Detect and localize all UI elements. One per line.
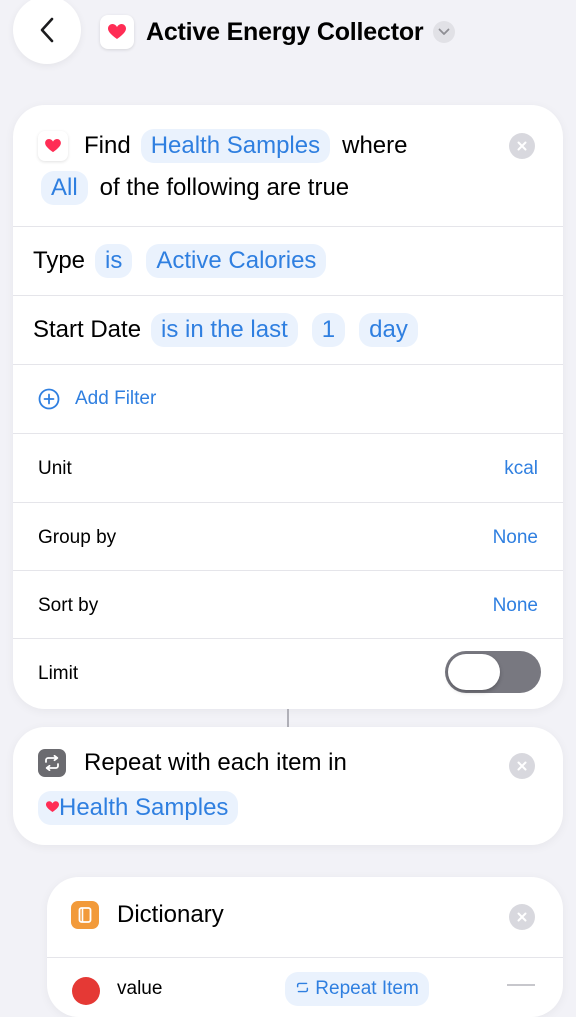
filter-unit-token[interactable]: day (359, 313, 418, 347)
heart-icon (46, 801, 59, 813)
find-label: Find (84, 132, 131, 159)
toggle-knob (448, 654, 500, 690)
health-app-icon (100, 15, 134, 49)
close-icon (517, 912, 527, 922)
condition-line: All of the following are true (41, 171, 349, 205)
filter-row-start-date: Start Date is in the last 1 day (13, 295, 563, 364)
plus-circle-icon (38, 388, 60, 410)
close-icon (517, 761, 527, 771)
close-icon (517, 141, 527, 151)
filter-operator-token[interactable]: is (95, 244, 133, 278)
limit-label: Limit (38, 663, 79, 684)
entity-token[interactable]: Health Samples (140, 129, 331, 163)
dictionary-header-line: Dictionary (71, 901, 224, 929)
dictionary-action: Dictionary value Repeat Item (47, 877, 563, 1017)
all-token[interactable]: All (41, 171, 88, 205)
token-label: Health Samples (59, 794, 229, 821)
remove-action-button[interactable] (509, 904, 535, 930)
sort-by-label: Sort by (38, 595, 99, 616)
limit-row: Limit (13, 638, 563, 709)
repeat-item-token[interactable]: Repeat Item (285, 972, 429, 1006)
sort-by-value[interactable]: None (493, 595, 538, 617)
repeat-token-line: Health Samples (38, 791, 239, 825)
action-connector-line (287, 709, 289, 727)
filter-operator-token[interactable]: is in the last (151, 313, 298, 347)
condition-text: of the following are true (99, 174, 350, 201)
dictionary-icon (71, 901, 99, 929)
unit-value[interactable]: kcal (504, 458, 538, 480)
where-label: where (342, 132, 408, 159)
remove-action-button[interactable] (509, 753, 535, 779)
filter-amount-token[interactable]: 1 (311, 313, 346, 347)
filter-field[interactable]: Start Date (33, 316, 141, 344)
add-filter-button[interactable]: Add Filter (13, 364, 563, 433)
group-by-label: Group by (38, 527, 117, 548)
shortcut-title: Active Energy Collector (146, 17, 424, 46)
token-label: Repeat Item (315, 978, 419, 999)
sort-by-row[interactable]: Sort by None (13, 570, 563, 639)
back-button[interactable] (13, 0, 81, 64)
heart-icon (108, 24, 126, 39)
dictionary-row: value Repeat Item (47, 957, 563, 1017)
health-samples-variable-token[interactable]: Health Samples (38, 791, 239, 825)
filter-value-token[interactable]: Active Calories (146, 244, 327, 278)
repeat-label: Repeat with each item in (84, 749, 347, 776)
chevron-down-icon[interactable] (433, 21, 456, 43)
limit-toggle[interactable] (445, 651, 541, 693)
group-by-row[interactable]: Group by None (13, 502, 563, 571)
add-filter-label: Add Filter (75, 388, 157, 409)
delete-row-icon[interactable] (72, 977, 100, 1005)
dictionary-key[interactable]: value (117, 978, 162, 1000)
heart-icon (45, 139, 61, 153)
repeat-icon (38, 749, 66, 777)
repeat-action: Repeat with each item in Health Samples (13, 727, 563, 845)
filter-row-type: Type is Active Calories (13, 226, 563, 295)
shortcut-title-bar[interactable]: Active Energy Collector (100, 10, 456, 54)
filter-field[interactable]: Type (33, 247, 85, 275)
find-header-line: Find Health Samples where (38, 129, 407, 163)
repeat-header-line: Repeat with each item in (38, 749, 347, 777)
remove-action-button[interactable] (509, 133, 535, 159)
unit-row[interactable]: Unit kcal (13, 433, 563, 502)
health-app-icon (38, 131, 68, 161)
dictionary-label: Dictionary (117, 901, 224, 928)
chevron-left-icon (40, 17, 54, 43)
find-health-samples-action: Find Health Samples where All of the fol… (13, 105, 563, 709)
unit-label: Unit (38, 458, 72, 479)
reorder-handle-icon[interactable] (507, 984, 535, 986)
group-by-value[interactable]: None (493, 527, 538, 549)
